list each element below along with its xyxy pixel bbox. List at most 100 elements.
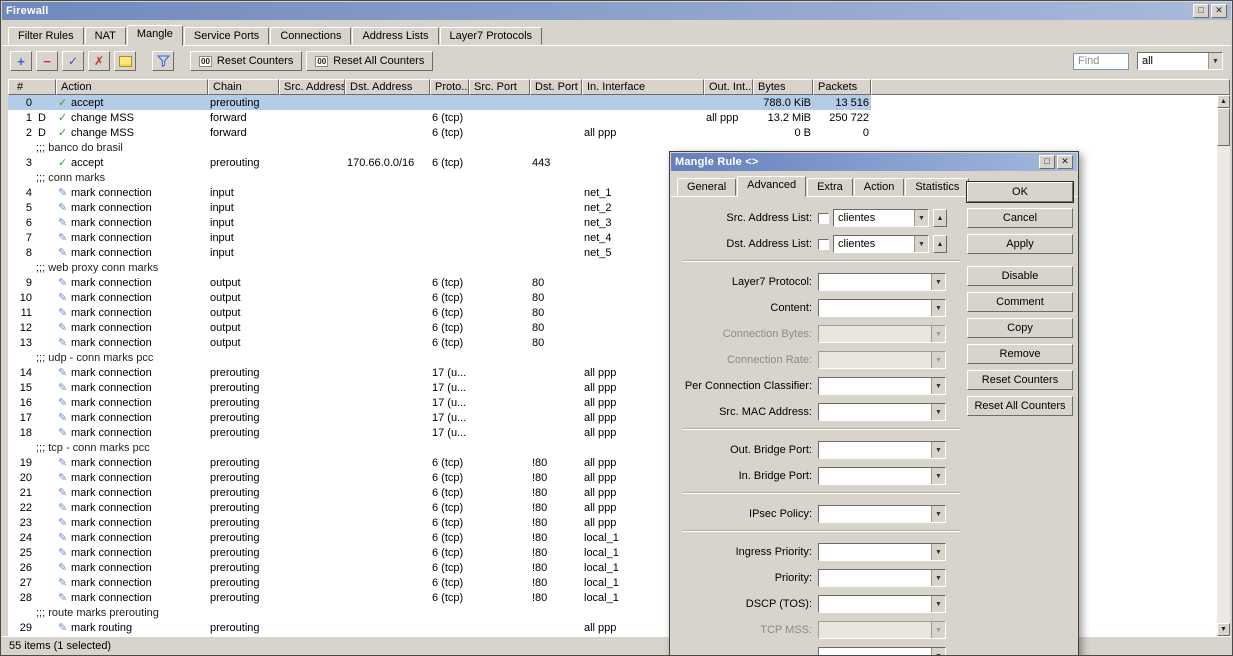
tab-connections[interactable]: Connections [270,27,352,45]
reset-counters-button[interactable]: Reset Counters [967,370,1073,390]
comment-button[interactable]: Comment [967,292,1073,312]
add-button[interactable]: + [10,51,32,71]
field-tcp-mss: TCP MSS: ▼ [678,620,960,640]
checkbox[interactable] [818,212,829,224]
scroll-up-icon[interactable]: ▲ [1217,95,1230,108]
combo-clipped[interactable]: ▼ [818,647,946,655]
action-label: mark connection [71,307,152,319]
maximize-icon[interactable]: □ [1193,4,1209,18]
collapse-up-icon[interactable]: ▲ [933,235,947,253]
combo-priority[interactable]: ▼ [818,569,946,587]
header-col-bytes[interactable]: Bytes [753,79,813,95]
combo-tcp-mss[interactable]: ▼ [818,621,946,639]
header-col-action[interactable]: Action [56,79,208,95]
cancel-button[interactable]: Cancel [967,208,1073,228]
chevron-down-icon[interactable]: ▼ [914,210,928,226]
ok-button[interactable]: OK [966,181,1074,203]
chevron-down-icon[interactable]: ▼ [931,506,945,522]
pencil-icon: ✎ [58,427,68,439]
chevron-down-icon[interactable]: ▼ [931,544,945,560]
chevron-down-icon[interactable]: ▼ [931,570,945,586]
combo-layer7-protocol[interactable]: ▼ [818,273,946,291]
tab-general[interactable]: General [677,178,737,196]
disable-button[interactable]: Disable [967,266,1073,286]
rule-row-2[interactable]: 2 D ✓ change MSS forward 6 (tcp) all ppp 0 B0 [8,125,871,140]
combo-src-mac-address[interactable]: ▼ [818,403,946,421]
col-protocol: 6 (tcp) [432,531,464,544]
header-col-out-interface[interactable]: Out. Int... [704,79,753,95]
combo-dst-address-list[interactable]: clientes ▼ [833,235,929,253]
header-col-packets[interactable]: Packets [813,79,871,95]
dialog-close-icon[interactable]: ✕ [1057,155,1073,169]
copy-button[interactable]: Copy [967,318,1073,338]
chevron-down-icon[interactable]: ▼ [931,622,945,638]
field-src-mac-address: Src. MAC Address: ▼ [678,402,960,422]
rule-number: 9 [25,276,32,289]
chevron-down-icon[interactable]: ▼ [931,326,945,342]
tab-action[interactable]: Action [853,178,905,196]
action-label: mark routing [71,622,133,634]
remove-button[interactable]: − [36,51,58,71]
combo-dscp-tos[interactable]: ▼ [818,595,946,613]
reset-all-counters-button[interactable]: 00 Reset All Counters [306,51,434,71]
chevron-down-icon[interactable]: ▼ [931,300,945,316]
remove-button[interactable]: Remove [967,344,1073,364]
reset-counters-button[interactable]: 00 Reset Counters [190,51,303,71]
col-number: 26 [8,562,56,574]
checkbox[interactable] [818,238,829,250]
header-col-number[interactable]: # [8,79,56,95]
find-input[interactable] [1073,52,1129,70]
header-col-chain[interactable]: Chain [208,79,279,95]
scroll-down-icon[interactable]: ▼ [1217,623,1230,636]
rule-row-1[interactable]: 1 D ✓ change MSS forward 6 (tcp) all ppp 13.2 M… [8,110,871,125]
chevron-down-icon[interactable]: ▼ [931,442,945,458]
header-col-protocol[interactable]: Proto... [430,79,469,95]
chevron-down-icon[interactable]: ▼ [931,274,945,290]
apply-button[interactable]: Apply [967,234,1073,254]
chevron-down-icon[interactable]: ▼ [931,596,945,612]
combo-content[interactable]: ▼ [818,299,946,317]
combo-ingress-priority[interactable]: ▼ [818,543,946,561]
tab-mangle[interactable]: Mangle [126,25,183,46]
tab-extra[interactable]: Extra [807,178,853,196]
vertical-scrollbar[interactable]: ▲ ▼ [1217,95,1230,636]
rule-row-0[interactable]: 0 ✓ accept prerouting 788.0 KiB 13 516 [8,95,871,110]
combo-connection-bytes[interactable]: ▼ [818,325,946,343]
pin-icon[interactable]: □ [1039,155,1055,169]
combo-src-address-list[interactable]: clientes ▼ [833,209,929,227]
combo-out-bridge-port[interactable]: ▼ [818,441,946,459]
collapse-up-icon[interactable]: ▲ [933,209,947,227]
header-col-src-port[interactable]: Src. Port [469,79,530,95]
disable-button[interactable]: ✗ [88,51,110,71]
chevron-down-icon[interactable]: ▼ [931,352,945,368]
tab-advanced[interactable]: Advanced [737,176,807,197]
col-number: 6 [8,217,56,229]
combo-in-bridge-port[interactable]: ▼ [818,467,946,485]
header-col-in-interface[interactable]: In. Interface [582,79,704,95]
enable-button[interactable]: ✓ [62,51,84,71]
tab-filter-rules[interactable]: Filter Rules [8,27,84,45]
combo-per-connection-classifier[interactable]: ▼ [818,377,946,395]
header-col-src-address[interactable]: Src. Address [279,79,345,95]
chevron-down-icon[interactable]: ▼ [931,648,945,655]
tab-address-lists[interactable]: Address Lists [352,27,439,45]
reset-all-counters-button[interactable]: Reset All Counters [967,396,1073,416]
tab-service-ports[interactable]: Service Ports [183,27,270,45]
combo-ipsec-policy[interactable]: ▼ [818,505,946,523]
tab-nat[interactable]: NAT [84,27,126,45]
close-icon[interactable]: ✕ [1211,4,1227,18]
combo-connection-rate[interactable]: ▼ [818,351,946,369]
chevron-down-icon[interactable]: ▼ [1208,53,1222,69]
chevron-down-icon[interactable]: ▼ [931,468,945,484]
header-col-dst-address[interactable]: Dst. Address [345,79,430,95]
chevron-down-icon[interactable]: ▼ [931,378,945,394]
chevron-down-icon[interactable]: ▼ [914,236,928,252]
filter-button[interactable] [152,51,174,71]
tab-statistics[interactable]: Statistics [905,178,970,196]
tab-layer7-protocols[interactable]: Layer7 Protocols [439,27,543,45]
scrollbar-thumb[interactable] [1217,108,1230,146]
chevron-down-icon[interactable]: ▼ [931,404,945,420]
filter-scope-select[interactable]: all ▼ [1137,52,1223,70]
header-col-dst-port[interactable]: Dst. Port [530,79,582,95]
comment-button[interactable] [114,51,136,71]
